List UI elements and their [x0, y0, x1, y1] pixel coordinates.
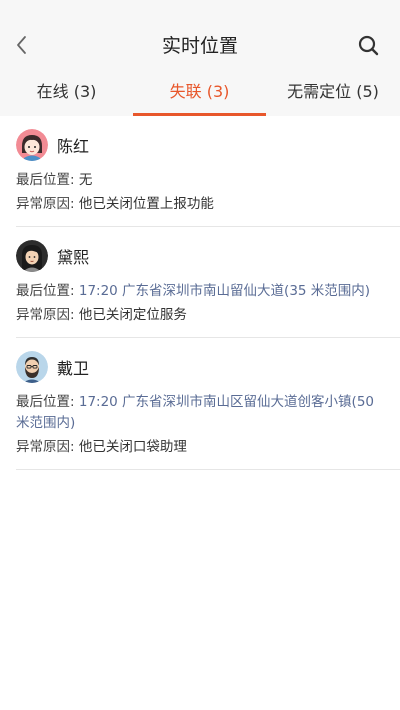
list-item[interactable]: 戴卫 最后位置: 17:20 广东省深圳市南山区留仙大道创客小镇(50米范围内)…	[16, 338, 400, 470]
list-item-header: 黛熙	[16, 239, 384, 273]
tab-online[interactable]: 在线 (3)	[0, 72, 133, 116]
avatar-woman-red-hair-icon	[16, 129, 48, 161]
reason-value: 他已关闭定位服务	[78, 307, 187, 323]
search-button[interactable]	[356, 33, 382, 59]
list-item-header: 陈红	[16, 128, 384, 162]
tab-bar: 在线 (3) 失联 (3) 无需定位 (5)	[0, 72, 400, 116]
last-location-row: 最后位置: 17:20 广东省深圳市南山区留仙大道创客小镇(50米范围内)	[16, 392, 384, 434]
person-list: 陈红 最后位置: 无 异常原因: 他已关闭位置上报功能 黛熙 最后位置: 17:…	[16, 116, 400, 470]
last-location-row: 最后位置: 17:20 广东省深圳市南山留仙大道(35 米范围内)	[16, 281, 384, 302]
reason-value: 他已关闭口袋助理	[78, 439, 187, 455]
reason-label: 异常原因:	[16, 307, 75, 323]
person-name: 陈红	[57, 137, 90, 156]
tab-lost-contact[interactable]: 失联 (3)	[133, 72, 266, 116]
search-icon	[358, 35, 379, 56]
reason-row: 异常原因: 他已关闭位置上报功能	[16, 194, 384, 215]
reason-value: 他已关闭位置上报功能	[78, 196, 214, 212]
tab-no-location-needed[interactable]: 无需定位 (5)	[266, 72, 400, 116]
last-location-value: 无	[78, 172, 93, 188]
page-title: 实时位置	[161, 35, 238, 57]
list-item-header: 戴卫	[16, 350, 384, 384]
person-name: 黛熙	[57, 248, 90, 267]
person-name: 戴卫	[57, 359, 90, 378]
last-location-value[interactable]: 17:20 广东省深圳市南山留仙大道(35 米范围内)	[79, 283, 370, 299]
list-item[interactable]: 黛熙 最后位置: 17:20 广东省深圳市南山留仙大道(35 米范围内) 异常原…	[16, 227, 400, 338]
reason-row: 异常原因: 他已关闭定位服务	[16, 305, 384, 326]
reason-label: 异常原因:	[16, 196, 75, 212]
list-item[interactable]: 陈红 最后位置: 无 异常原因: 他已关闭位置上报功能	[16, 116, 400, 227]
top-bar: 实时位置 在线 (3) 失联 (3) 无需定位 (5)	[0, 0, 400, 116]
last-location-label: 最后位置:	[16, 172, 75, 188]
reason-label: 异常原因:	[16, 439, 75, 455]
avatar-man-beard-icon	[16, 351, 48, 383]
avatar-woman-dark-icon	[16, 240, 48, 272]
last-location-row: 最后位置: 无	[16, 170, 384, 191]
last-location-label: 最后位置:	[16, 394, 75, 410]
last-location-label: 最后位置:	[16, 283, 75, 299]
reason-row: 异常原因: 他已关闭口袋助理	[16, 437, 384, 458]
